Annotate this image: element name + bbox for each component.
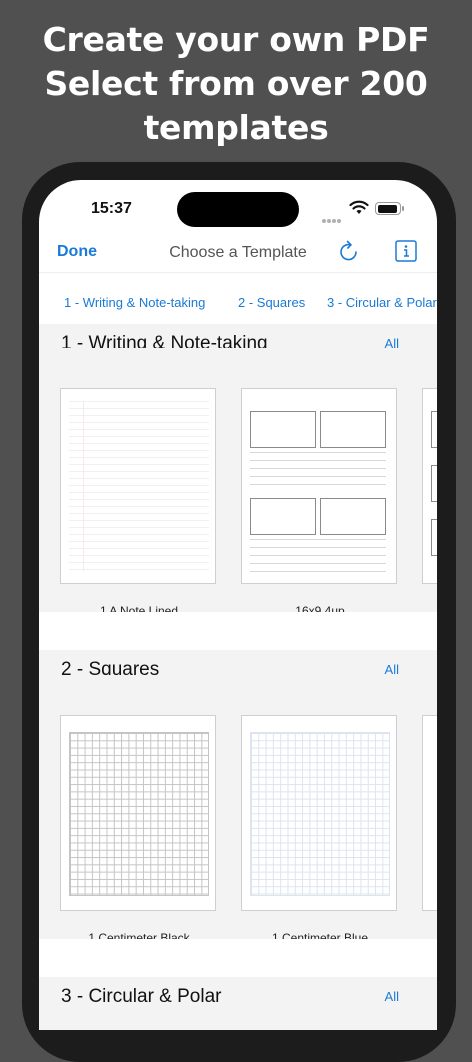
template-thumbnail-1cm-black[interactable]	[60, 715, 216, 911]
template-name: 1 Centimeter Black	[88, 931, 190, 939]
lined-paper-preview	[69, 401, 209, 571]
frame-box	[250, 498, 316, 535]
template-thumbnail-partial[interactable]	[422, 715, 437, 911]
see-all-button[interactable]: All	[385, 989, 399, 1004]
dynamic-island	[177, 192, 299, 227]
template-name: 1 A Note Lined	[99, 604, 179, 612]
category-tab-bar[interactable]: 1 - Writing & Note-taking 2 - Squares 3 …	[39, 272, 437, 326]
black-grid-preview	[69, 732, 209, 896]
navigation-bar: Done Choose a Template	[39, 232, 437, 272]
frame-box	[320, 498, 386, 535]
template-name: 1 Centimeter Blue	[271, 931, 369, 939]
template-name: 16x9 4up	[295, 604, 345, 612]
wifi-icon	[349, 200, 369, 214]
marketing-headline: Create your own PDF Select from over 200…	[0, 18, 472, 150]
frame-box	[250, 411, 316, 448]
headline-line-2: Select from over 200	[44, 64, 428, 103]
refresh-icon[interactable]	[337, 239, 361, 265]
status-time: 15:37	[91, 200, 132, 217]
cellular-signal-icon	[322, 210, 342, 228]
margin-line	[83, 401, 84, 571]
template-row-circular[interactable]	[39, 1021, 437, 1030]
template-thumbnail-16x9-4up[interactable]	[241, 388, 397, 584]
section-title: 3 - Circular & Polar	[61, 986, 222, 1007]
template-thumbnail-a-note-lined[interactable]	[60, 388, 216, 584]
blue-grid-preview	[250, 732, 390, 896]
headline-line-3: templates	[143, 108, 329, 147]
section-header-circular: 3 - Circular & Polar All	[39, 977, 437, 1021]
nav-title: Choose a Template	[169, 244, 307, 261]
template-row-squares[interactable]: 1 Centimeter Black 1 Centimeter Blue	[39, 675, 437, 939]
tab-circular-polar[interactable]: 3 - Circular & Polar	[327, 295, 437, 310]
template-thumbnail-partial[interactable]	[422, 388, 437, 584]
section-divider	[39, 612, 437, 632]
tab-writing-note-taking[interactable]: 1 - Writing & Note-taking	[64, 295, 205, 310]
battery-icon	[375, 202, 404, 215]
template-row-writing[interactable]: 1 A Note Lined 16x9 4up	[39, 348, 437, 612]
headline-line-1: Create your own PDF	[42, 20, 430, 59]
section-divider	[39, 939, 437, 959]
app-screen: 15:37 Done Choose a Template 1 - Writing…	[39, 180, 437, 1030]
frame-box	[320, 411, 386, 448]
tab-squares[interactable]: 2 - Squares	[238, 295, 305, 310]
template-thumbnail-1cm-blue[interactable]	[241, 715, 397, 911]
info-icon[interactable]	[395, 240, 417, 262]
